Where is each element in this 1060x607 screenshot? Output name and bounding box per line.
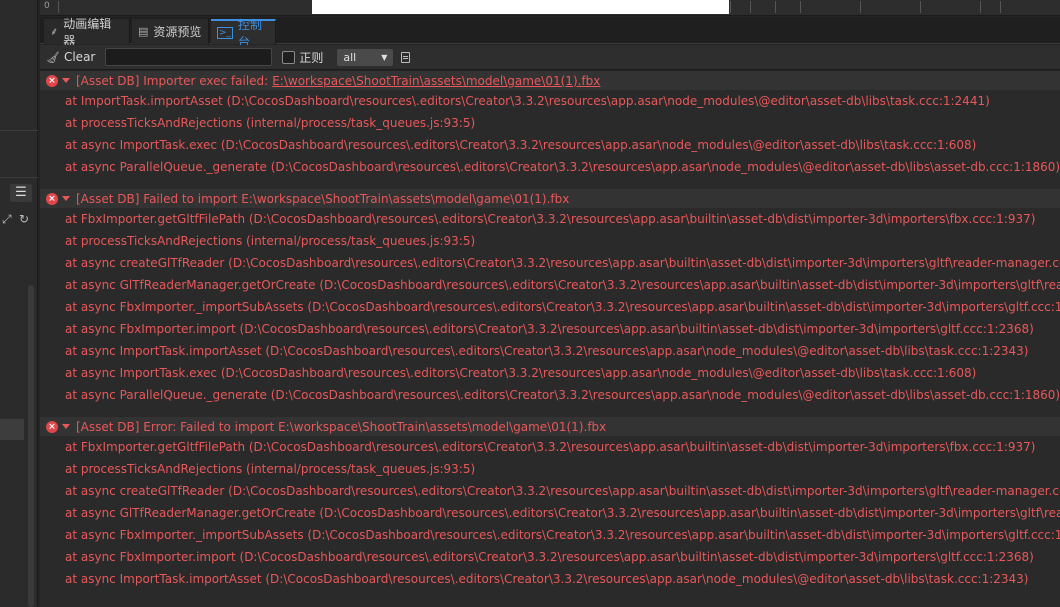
log-message: [Asset DB] Failed to import E:\workspace…	[76, 191, 570, 206]
collapse-caret-icon[interactable]	[62, 78, 70, 83]
open-log-file-icon[interactable]	[401, 51, 411, 63]
collapse-caret-icon[interactable]	[62, 424, 70, 429]
stack-trace-line: at async FbxImporter.import (D:\CocosDas…	[65, 322, 1034, 336]
regex-checkbox[interactable]	[282, 50, 296, 64]
timeline-tick	[730, 1, 731, 13]
stack-trace-line: at async ImportTask.exec (D:\CocosDashbo…	[65, 366, 977, 380]
stack-trace-line: at async GlTfReaderManager.getOrCreate (…	[65, 506, 1060, 520]
animation-icon: ⸙	[50, 25, 59, 38]
log-entry-header[interactable]: × [Asset DB] Error: Failed to import E:\…	[40, 417, 1060, 436]
clear-button[interactable]: 🧹︎ Clear	[46, 50, 95, 64]
tab-asset-preview[interactable]: ▤ 资源预览	[132, 19, 209, 44]
stack-trace-line: at async createGlTfReader (D:\CocosDashb…	[65, 484, 1060, 498]
log-entry[interactable]: × [Asset DB] Error: Failed to import E:\…	[40, 417, 1060, 590]
stack-lines: at ImportTask.importAsset (D:\CocosDashb…	[40, 90, 1060, 178]
timeline-tick	[58, 1, 59, 13]
folder-icon: ▤	[138, 25, 149, 38]
console-toolbar: 🧹︎ Clear 正则 all ▼	[40, 45, 1060, 70]
left-panel-strip: ☰ ⤢ ↻	[0, 0, 38, 607]
menu-icon[interactable]: ☰	[10, 184, 32, 202]
stack-lines: at FbxImporter.getGltfFilePath (D:\Cocos…	[40, 436, 1060, 590]
search-input[interactable]	[105, 48, 273, 66]
log-level-value: all	[343, 50, 357, 64]
stack-trace-line: at async FbxImporter._importSubAssets (D…	[65, 528, 1060, 542]
stack-trace-line: at async GlTfReaderManager.getOrCreate (…	[65, 278, 1060, 292]
refresh-icon[interactable]: ↻	[19, 212, 29, 226]
tab-label: 资源预览	[153, 25, 202, 39]
stack-trace-line: at processTicksAndRejections (internal/p…	[65, 462, 476, 476]
timeline-zero-label: 0	[44, 1, 50, 11]
stack-lines: at FbxImporter.getGltfFilePath (D:\Cocos…	[40, 208, 1060, 406]
timeline-tick	[750, 1, 751, 13]
regex-label: 正则	[299, 50, 324, 65]
stack-trace-line: at FbxImporter.getGltfFilePath (D:\Cocos…	[65, 212, 1036, 226]
tab-animation-editor[interactable]: ⸙ 动画编辑器	[44, 17, 130, 48]
error-icon: ×	[46, 74, 58, 87]
asset-path-link[interactable]: E:\workspace\ShootTrain\assets\model\gam…	[272, 74, 600, 88]
stack-trace-line: at async ParallelQueue._generate (D:\Coc…	[65, 160, 1060, 174]
console-icon: >_	[217, 26, 234, 39]
timeline-tick	[800, 1, 801, 13]
selected-row[interactable]	[0, 419, 24, 440]
timeline-tick	[775, 1, 776, 13]
stack-trace-line: at processTicksAndRejections (internal/p…	[65, 116, 476, 130]
stack-trace-line: at async ImportTask.importAsset (D:\Coco…	[65, 572, 1029, 586]
regex-toggle[interactable]: 正则	[282, 49, 323, 66]
log-message: [Asset DB] Error: Failed to import E:\wo…	[76, 419, 607, 434]
timeline-tick	[920, 1, 921, 13]
stack-trace-line: at processTicksAndRejections (internal/p…	[65, 234, 476, 248]
stack-trace-line: at ImportTask.importAsset (D:\CocosDashb…	[65, 94, 990, 108]
collapse-caret-icon[interactable]	[62, 196, 70, 201]
timeline-tick	[860, 1, 861, 13]
log-entry-header[interactable]: × [Asset DB] Importer exec failed: E:\wo…	[40, 71, 1060, 90]
stack-trace-line: at async ImportTask.importAsset (D:\Coco…	[65, 344, 1029, 358]
timeline-tick	[980, 1, 981, 13]
stack-trace-line: at async ImportTask.exec (D:\CocosDashbo…	[65, 138, 977, 152]
log-entry[interactable]: × [Asset DB] Importer exec failed: E:\wo…	[40, 71, 1060, 178]
stack-trace-line: at async ParallelQueue._generate (D:\Coc…	[65, 388, 1060, 402]
stack-trace-line: at async createGlTfReader (D:\CocosDashb…	[65, 256, 1060, 270]
left-scrollbar[interactable]	[28, 285, 34, 607]
stack-trace-line: at async FbxImporter._importSubAssets (D…	[65, 300, 1060, 314]
stack-trace-line: at async FbxImporter.import (D:\CocosDas…	[65, 550, 1034, 564]
broom-icon: 🧹︎	[46, 50, 60, 64]
timeline-track[interactable]	[312, 0, 729, 14]
expand-icon[interactable]: ⤢	[2, 212, 12, 227]
divider	[0, 177, 38, 178]
log-message: [Asset DB] Importer exec failed:	[76, 73, 269, 88]
clear-label: Clear	[63, 50, 96, 64]
tab-console[interactable]: >_ 控制台	[211, 18, 276, 49]
log-entry[interactable]: × [Asset DB] Failed to import E:\workspa…	[40, 189, 1060, 406]
divider	[0, 130, 38, 131]
log-entry-header[interactable]: × [Asset DB] Failed to import E:\workspa…	[40, 189, 1060, 208]
timeline-ruler[interactable]: 0	[40, 0, 1060, 16]
chevron-down-icon: ▼	[381, 52, 388, 62]
stack-trace-line: at FbxImporter.getGltfFilePath (D:\Cocos…	[65, 440, 1036, 454]
console-log[interactable]: × [Asset DB] Importer exec failed: E:\wo…	[40, 71, 1060, 607]
log-level-select[interactable]: all ▼	[337, 48, 394, 66]
panel-tabbar: ⸙ 动画编辑器 ▤ 资源预览 >_ 控制台	[40, 17, 1060, 49]
error-icon: ×	[46, 192, 58, 205]
tab-label: 动画编辑器	[63, 16, 112, 48]
error-icon: ×	[46, 420, 58, 433]
timeline-tick	[1000, 1, 1001, 13]
